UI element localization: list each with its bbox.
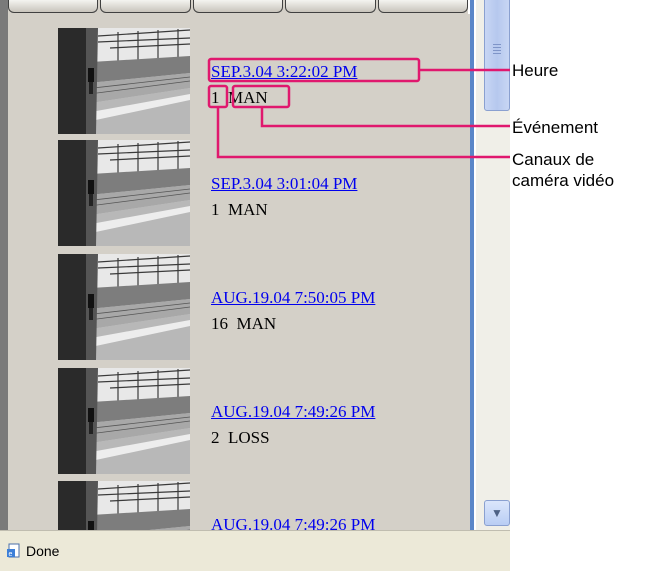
top-button-1[interactable] [8, 0, 99, 13]
callout-channels-label: Canaux de caméra vidéo [512, 149, 614, 191]
chevron-down-icon: ▼ [491, 506, 503, 520]
event-entry: AUG.19.04 7:49:26 PM [8, 467, 470, 530]
top-button-2[interactable] [100, 0, 191, 13]
event-time-link[interactable]: AUG.19.04 7:49:26 PM [211, 402, 375, 422]
channel-number: 1 [211, 88, 220, 107]
event-entry: SEP.3.04 3:01:04 PM 1 MAN [8, 126, 470, 246]
event-info: 2 LOSS [211, 428, 270, 448]
callout-channels-line1: Canaux de [512, 150, 595, 169]
camera-thumbnail[interactable] [58, 254, 190, 360]
channel-number: 16 [211, 314, 228, 333]
event-type: LOSS [228, 428, 270, 447]
status-text: Done [26, 543, 60, 559]
window-left-edge [0, 0, 8, 530]
event-info: 1 MAN [211, 200, 268, 220]
page-icon: e [7, 543, 20, 558]
event-time-link[interactable]: AUG.19.04 7:50:05 PM [211, 288, 375, 308]
event-list: SEP.3.04 3:22:02 PM 1 MAN SEP.3.04 3:01:… [8, 14, 470, 530]
top-button-strip [8, 0, 469, 14]
platform-image [58, 481, 190, 530]
platform-image [58, 28, 190, 134]
event-entry: SEP.3.04 3:22:02 PM 1 MAN [8, 14, 470, 134]
channel-number: 2 [211, 428, 220, 447]
event-type: MAN [228, 88, 268, 107]
event-time-link[interactable]: SEP.3.04 3:01:04 PM [211, 174, 357, 194]
vertical-scrollbar[interactable]: ▼ [476, 0, 510, 530]
event-type: MAN [236, 314, 277, 333]
event-time-link[interactable]: SEP.3.04 3:22:02 PM [211, 62, 357, 82]
callout-channels-line2: caméra vidéo [512, 171, 615, 190]
svg-text:e: e [9, 551, 13, 558]
browser-window: SEP.3.04 3:22:02 PM 1 MAN SEP.3.04 3:01:… [0, 0, 510, 571]
platform-image [58, 368, 190, 474]
scrollbar-thumb[interactable] [484, 0, 510, 111]
camera-thumbnail[interactable] [58, 368, 190, 474]
event-type: MAN [228, 200, 268, 219]
event-entry: AUG.19.04 7:50:05 PM 16 MAN [8, 240, 470, 360]
callout-time-label: Heure [512, 61, 559, 80]
camera-thumbnail[interactable] [58, 28, 190, 134]
camera-thumbnail[interactable] [58, 481, 190, 530]
top-button-3[interactable] [192, 0, 284, 13]
camera-thumbnail[interactable] [58, 140, 190, 246]
scroll-down-button[interactable]: ▼ [484, 500, 510, 526]
event-time-link[interactable]: AUG.19.04 7:49:26 PM [211, 515, 375, 530]
channel-number: 1 [211, 200, 220, 219]
status-bar: e Done [0, 530, 510, 571]
event-info: 1 MAN [211, 88, 268, 108]
top-button-5[interactable] [377, 0, 469, 13]
platform-image [58, 254, 190, 360]
top-button-4[interactable] [285, 0, 376, 13]
frame-divider [470, 0, 474, 530]
callout-event-label: Événement [512, 118, 598, 137]
event-info: 16 MAN [211, 314, 276, 334]
event-entry: AUG.19.04 7:49:26 PM 2 LOSS [8, 354, 470, 474]
platform-image [58, 140, 190, 246]
